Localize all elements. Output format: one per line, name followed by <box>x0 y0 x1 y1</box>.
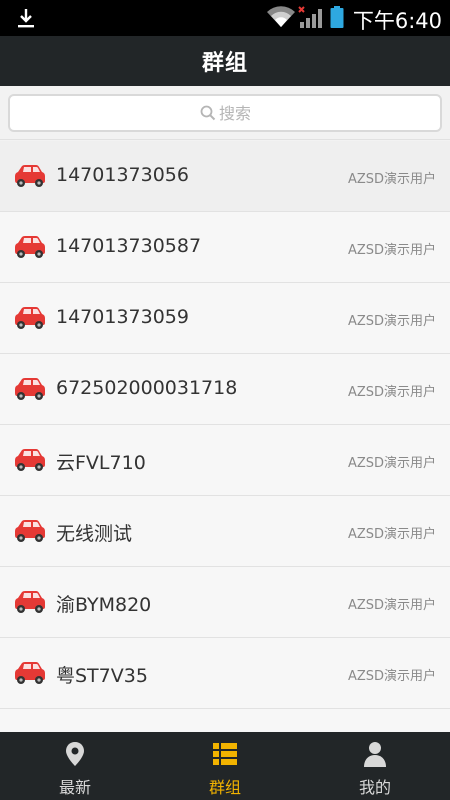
list-item[interactable]: 14701373059 AZSD演示用户 <box>0 283 450 354</box>
vehicle-name: 147013730587 <box>56 235 202 257</box>
vehicle-name: 14701373056 <box>56 164 189 186</box>
list-item[interactable]: 云FVL710 AZSD演示用户 <box>0 425 450 496</box>
nav-item-groups[interactable]: 群组 <box>150 732 300 800</box>
vehicle-owner: AZSD演示用户 <box>347 598 436 613</box>
car-icon <box>15 236 45 258</box>
nav-label: 最新 <box>58 778 91 797</box>
vehicle-name: 云FVL710 <box>56 452 146 474</box>
bottom-nav: 最新 群组 我的 <box>0 732 450 800</box>
vehicle-owner: AZSD演示用户 <box>347 527 436 542</box>
vehicle-name: 渝BYM820 <box>56 594 152 616</box>
vehicle-owner: AZSD演示用户 <box>347 669 436 684</box>
status-time: 下午6:40 <box>352 9 442 33</box>
nav-item-latest[interactable]: 最新 <box>0 732 150 800</box>
location-pin-icon <box>66 742 84 766</box>
list-icon <box>213 743 237 765</box>
download-icon <box>18 9 34 28</box>
battery-icon <box>330 6 344 28</box>
vehicle-name: 无线测试 <box>56 523 133 545</box>
vehicle-owner: AZSD演示用户 <box>347 243 436 258</box>
search-input[interactable] <box>10 96 440 130</box>
vehicle-name: 粤ST7V35 <box>56 665 148 687</box>
list-item[interactable]: 粤ST7V35 AZSD演示用户 <box>0 638 450 709</box>
list-item[interactable]: 渝BYM820 AZSD演示用户 <box>0 567 450 638</box>
car-icon <box>15 449 45 471</box>
car-icon <box>15 520 45 542</box>
vehicle-owner: AZSD演示用户 <box>347 456 436 471</box>
user-icon <box>364 742 386 767</box>
wifi-icon <box>267 6 295 27</box>
car-icon <box>15 165 45 187</box>
list-item[interactable]: 14701373056 AZSD演示用户 <box>0 141 450 212</box>
list-item[interactable]: 无线测试 AZSD演示用户 <box>0 496 450 567</box>
nav-label: 群组 <box>208 778 241 797</box>
vehicle-owner: AZSD演示用户 <box>347 172 436 187</box>
car-icon <box>15 378 45 400</box>
car-icon <box>15 591 45 613</box>
page-title: 群组 <box>201 51 248 76</box>
vehicle-owner: AZSD演示用户 <box>347 314 436 329</box>
vehicle-owner: AZSD演示用户 <box>347 385 436 400</box>
search-box[interactable] <box>8 94 442 132</box>
vehicle-list: 14701373056 AZSD演示用户 147013730587 AZSD演示… <box>0 141 450 732</box>
vehicle-name: 14701373059 <box>56 306 189 328</box>
car-icon <box>15 307 45 329</box>
nav-label: 我的 <box>358 778 391 797</box>
list-item[interactable]: 672502000031718 AZSD演示用户 <box>0 354 450 425</box>
car-icon <box>15 662 45 684</box>
app-header: 群组 <box>0 36 450 86</box>
search-bar <box>0 86 450 140</box>
vehicle-name: 672502000031718 <box>56 377 238 399</box>
status-bar: 下午6:40 <box>0 0 450 36</box>
signal-icon <box>298 6 322 28</box>
list-item[interactable]: 147013730587 AZSD演示用户 <box>0 212 450 283</box>
nav-item-mine[interactable]: 我的 <box>300 732 450 800</box>
